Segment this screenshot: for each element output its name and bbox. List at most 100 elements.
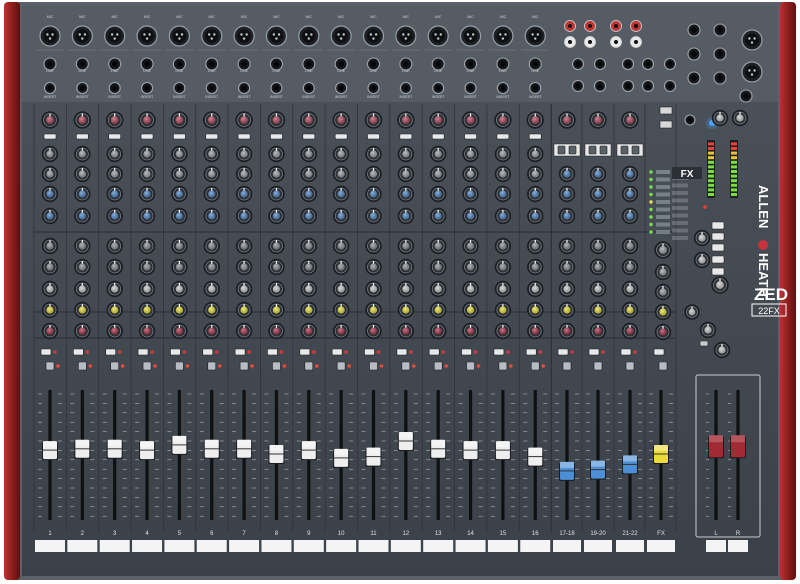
eq-hmid-freq-knob-14[interactable] [462,165,479,183]
fader-cap[interactable] [171,435,188,455]
fx-mute-button[interactable] [653,348,665,356]
stereo-aux1-knob-1[interactable] [558,237,576,255]
hpf-button-7[interactable] [237,133,251,140]
stereo-eq-low-knob-1[interactable] [558,207,576,225]
aux1-knob-5[interactable] [171,237,188,255]
mute-button-5[interactable] [170,348,181,356]
hpf-button-3[interactable] [108,133,121,140]
eq-high-knob-12[interactable] [397,145,415,163]
aux1-knob-7[interactable] [235,237,253,255]
aux-out-jack-c-2[interactable] [713,71,727,85]
footswitch-jack[interactable] [684,114,696,126]
eq-hmid-gain-knob-11[interactable] [365,185,382,203]
mute-button-13[interactable] [428,348,440,356]
stereo-input-jack-3[interactable] [621,57,635,71]
aux2-knob-8[interactable] [268,258,285,276]
aux2-knob-10[interactable] [332,258,350,276]
eq-hmid-gain-knob-12[interactable] [397,185,415,203]
rca-input-left-4[interactable] [630,36,642,48]
pan-knob-14[interactable] [462,322,479,340]
pan-knob-10[interactable] [332,322,350,340]
insert-jack-8[interactable] [270,81,283,95]
eq-hmid-gain-knob-1[interactable] [41,185,59,203]
aux3-knob-8[interactable] [268,280,285,298]
eq-hmid-gain-knob-2[interactable] [74,185,91,203]
stereo-aux3-knob-2[interactable] [589,280,607,298]
eq-high-knob-9[interactable] [300,145,317,163]
aux-out-jack-c-1[interactable] [687,71,701,85]
stereo-switch-a-2[interactable] [588,145,597,155]
mic-input-xlr-12[interactable] [395,25,417,47]
eq-hmid-freq-knob-7[interactable] [235,165,253,183]
eq-low-knob-11[interactable] [365,207,382,225]
eq-hmid-gain-knob-16[interactable] [527,185,544,203]
aux2-knob-7[interactable] [235,258,253,276]
aux3-knob-13[interactable] [430,280,447,298]
aux2-knob-16[interactable] [527,258,544,276]
eq-high-knob-2[interactable] [74,145,91,163]
mic-input-xlr-4[interactable] [136,25,158,47]
fader-cap[interactable] [430,439,447,459]
eq-high-knob-8[interactable] [268,145,285,163]
pan-knob-4[interactable] [138,322,156,340]
eq-hmid-freq-knob-3[interactable] [106,165,123,183]
aux3-knob-5[interactable] [171,280,188,298]
eq-low-knob-7[interactable] [235,207,253,225]
stereo-eq-high-knob-2[interactable] [589,165,607,183]
stereo-eq-high-knob-1[interactable] [558,165,576,183]
stereo-mute-button-3[interactable] [620,348,632,356]
gain-knob-6[interactable] [203,111,221,129]
eq-low-knob-9[interactable] [300,207,317,225]
eq-high-knob-15[interactable] [494,145,512,163]
eq-low-knob-14[interactable] [462,207,479,225]
mute-button-8[interactable] [267,348,278,356]
phones-jack[interactable] [739,89,753,103]
stereo-eq-high-knob-3[interactable] [621,165,639,183]
fader-cap[interactable] [139,441,156,461]
fx-aux-knob[interactable] [654,283,672,301]
fx-send-knob-12[interactable] [397,301,415,319]
fader-cap[interactable] [268,445,285,464]
stereo-mute-button-2[interactable] [588,348,600,356]
hpf-button-5[interactable] [173,133,186,140]
aux3-knob-4[interactable] [138,280,156,298]
aux1-knob-15[interactable] [494,237,512,255]
eq-high-knob-10[interactable] [332,145,350,163]
hpf-button-12[interactable] [399,133,413,140]
stereo-pfl-button-2[interactable] [593,361,603,371]
mute-button-3[interactable] [105,348,116,356]
gain-knob-8[interactable] [267,111,286,129]
aux1-master-knob[interactable] [699,321,717,339]
pan-knob-13[interactable] [430,322,447,340]
aux-out-jack-b-2[interactable] [713,47,727,61]
insert-jack-6[interactable] [205,81,218,95]
mute-button-16[interactable] [525,348,537,356]
eq-low-knob-15[interactable] [494,207,512,225]
aux3-knob-2[interactable] [74,280,91,298]
eq-low-knob-16[interactable] [527,207,544,225]
eq-low-knob-10[interactable] [332,207,350,225]
rca-input-right-4[interactable] [630,20,642,32]
phones-level-knob[interactable] [711,109,729,127]
eq-hmid-freq-knob-10[interactable] [332,165,350,183]
gain-knob-5[interactable] [170,111,189,129]
stereo-mute-button-1[interactable] [557,348,569,356]
mic-input-xlr-8[interactable] [265,25,288,47]
eq-high-knob-3[interactable] [106,145,123,163]
fader-cap[interactable] [527,447,544,467]
gain-knob-13[interactable] [429,111,447,129]
pfl-button-12[interactable] [401,361,411,371]
stereo-switch-b-3[interactable] [631,145,640,155]
stereo-eq-low-knob-3[interactable] [621,207,639,225]
fx-send-knob-6[interactable] [203,301,220,319]
aux2-knob-11[interactable] [365,258,382,276]
mic-input-xlr-14[interactable] [459,25,482,47]
control-room-knob[interactable] [731,109,749,127]
fader-cap[interactable] [365,447,382,467]
master-select-button-4[interactable] [711,255,725,264]
pan-knob-15[interactable] [494,322,512,340]
fader-cap[interactable] [397,432,414,451]
pfl-button-4[interactable] [142,361,152,371]
eq-hmid-freq-knob-13[interactable] [430,165,447,183]
pan-knob-12[interactable] [397,322,415,340]
